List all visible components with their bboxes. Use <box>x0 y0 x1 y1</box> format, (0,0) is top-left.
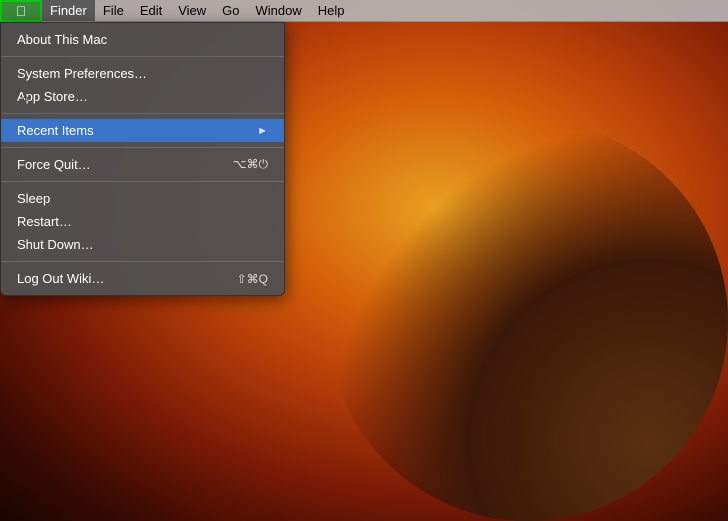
apple-logo-icon:  <box>16 4 27 18</box>
menu-separator-1 <box>1 56 284 57</box>
apple-dropdown-menu: About This Mac System Preferences… App S… <box>0 22 285 296</box>
menubar-go[interactable]: Go <box>214 0 247 21</box>
menu-item-restart[interactable]: Restart… <box>1 210 284 233</box>
menubar:  Finder File Edit View Go Window Help <box>0 0 728 22</box>
menubar-help[interactable]: Help <box>310 0 353 21</box>
submenu-arrow-icon: ► <box>257 125 268 137</box>
menu-item-shut-down[interactable]: Shut Down… <box>1 233 284 256</box>
menu-item-sleep[interactable]: Sleep <box>1 187 284 210</box>
menu-item-log-out[interactable]: Log Out Wiki… ⇧⌘Q <box>1 267 284 290</box>
menu-item-force-quit[interactable]: Force Quit… ⌥⌘⏻ <box>1 153 284 176</box>
menubar-items: Finder File Edit View Go Window Help <box>42 0 353 21</box>
menubar-finder[interactable]: Finder <box>42 0 95 21</box>
menu-separator-2 <box>1 113 284 114</box>
menubar-edit[interactable]: Edit <box>132 0 170 21</box>
menu-separator-5 <box>1 261 284 262</box>
menu-item-system-prefs[interactable]: System Preferences… <box>1 62 284 85</box>
menu-separator-3 <box>1 147 284 148</box>
menubar-file[interactable]: File <box>95 0 132 21</box>
menu-item-recent-items[interactable]: Recent Items ► <box>1 119 284 142</box>
menu-item-about[interactable]: About This Mac <box>1 28 284 51</box>
apple-menu-button[interactable]:  <box>0 0 42 22</box>
menubar-view[interactable]: View <box>170 0 214 21</box>
menu-separator-4 <box>1 181 284 182</box>
menu-item-app-store[interactable]: App Store… <box>1 85 284 108</box>
menubar-window[interactable]: Window <box>248 0 310 21</box>
